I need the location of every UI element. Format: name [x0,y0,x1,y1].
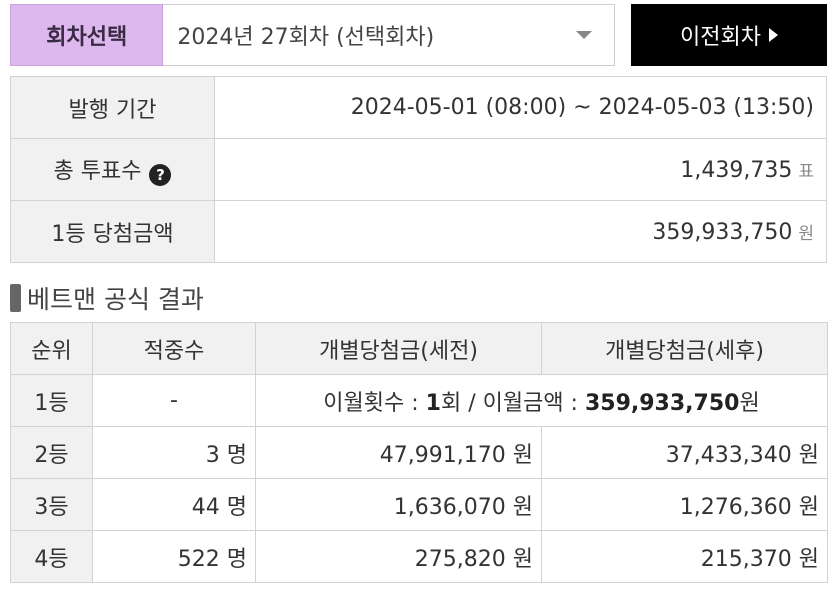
round-select-dropdown[interactable]: 2024년 27회차 (선택회차) [163,4,616,66]
post-tax-cell: 1,276,360 원 [541,478,828,531]
first-prize-row: 1등 당첨금액 359,933,750 원 [10,200,827,263]
pre-tax-cell: 275,820 원 [255,530,542,583]
rollover-amount: 359,933,750 [584,390,740,416]
header-pre-tax: 개별당첨금(세전) [255,322,542,375]
round-selector-bar: 회차선택 2024년 27회차 (선택회차) 이전회차 [10,4,827,66]
round-select-label: 회차선택 [10,4,164,66]
results-header-row: 순위 적중수 개별당첨금(세전) 개별당첨금(세후) [10,322,828,375]
post-tax-cell: 215,370 원 [541,530,828,583]
previous-round-label: 이전회차 [680,25,761,50]
play-arrow-icon [769,28,778,42]
rank-cell: 2등 [10,426,93,479]
chevron-down-icon [576,31,593,39]
hits-cell: 3 명 [92,426,256,479]
votes-row: 총 투표수? 1,439,735 표 [10,138,827,201]
previous-round-button[interactable]: 이전회차 [631,4,827,66]
rollover-count: 1 [425,390,441,416]
rank-cell: 4등 [10,530,93,583]
post-tax-cell: 37,433,340 원 [541,426,828,479]
results-table: 순위 적중수 개별당첨금(세전) 개별당첨금(세후) 1등 - 이월횟수 : 1… [10,322,828,583]
first-prize-label: 1등 당첨금액 [10,200,215,263]
hits-cell: 44 명 [92,478,256,531]
header-rank: 순위 [10,322,93,375]
help-icon[interactable]: ? [149,164,172,186]
section-heading: 베트맨 공식 결과 [10,278,204,318]
rank-cell: 1등 [10,374,93,427]
rollover-amount-unit: 원 [739,390,760,416]
first-prize-value-cell: 359,933,750 원 [214,200,827,263]
hits-cell: 522 명 [92,530,256,583]
pre-tax-cell: 1,636,070 원 [255,478,542,531]
header-post-tax: 개별당첨금(세후) [541,322,828,375]
rollover-count-unit: 회 / 이월금액 : [440,390,585,416]
section-title: 베트맨 공식 결과 [27,285,204,314]
first-prize-unit: 원 [798,223,814,244]
period-row: 발행 기간 2024-05-01 (08:00) ~ 2024-05-03 (1… [10,76,827,139]
votes-value: 1,439,735 [680,157,793,183]
header-hits: 적중수 [92,322,256,375]
table-row: 3등 44 명 1,636,070 원 1,276,360 원 [10,478,828,531]
votes-label: 총 투표수 [53,159,142,184]
votes-unit: 표 [798,161,814,182]
votes-label-cell: 총 투표수? [10,138,215,201]
round-select-value: 2024년 27회차 (선택회차) [177,25,435,50]
rank-cell: 3등 [10,478,93,531]
first-prize-value: 359,933,750 [652,219,793,245]
section-bar-icon [10,284,21,312]
rollover-cell: 이월횟수 : 1회 / 이월금액 : 359,933,750원 [255,374,828,427]
round-info-table: 발행 기간 2024-05-01 (08:00) ~ 2024-05-03 (1… [10,76,827,263]
table-row: 2등 3 명 47,991,170 원 37,433,340 원 [10,426,828,479]
votes-value-cell: 1,439,735 표 [214,138,827,201]
period-label: 발행 기간 [10,76,215,139]
hits-cell: - [92,374,256,427]
period-value: 2024-05-01 (08:00) ~ 2024-05-03 (13:50) [214,76,827,139]
table-row: 1등 - 이월횟수 : 1회 / 이월금액 : 359,933,750원 [10,374,828,427]
pre-tax-cell: 47,991,170 원 [255,426,542,479]
table-row: 4등 522 명 275,820 원 215,370 원 [10,530,828,583]
rollover-count-label: 이월횟수 : [323,390,426,416]
